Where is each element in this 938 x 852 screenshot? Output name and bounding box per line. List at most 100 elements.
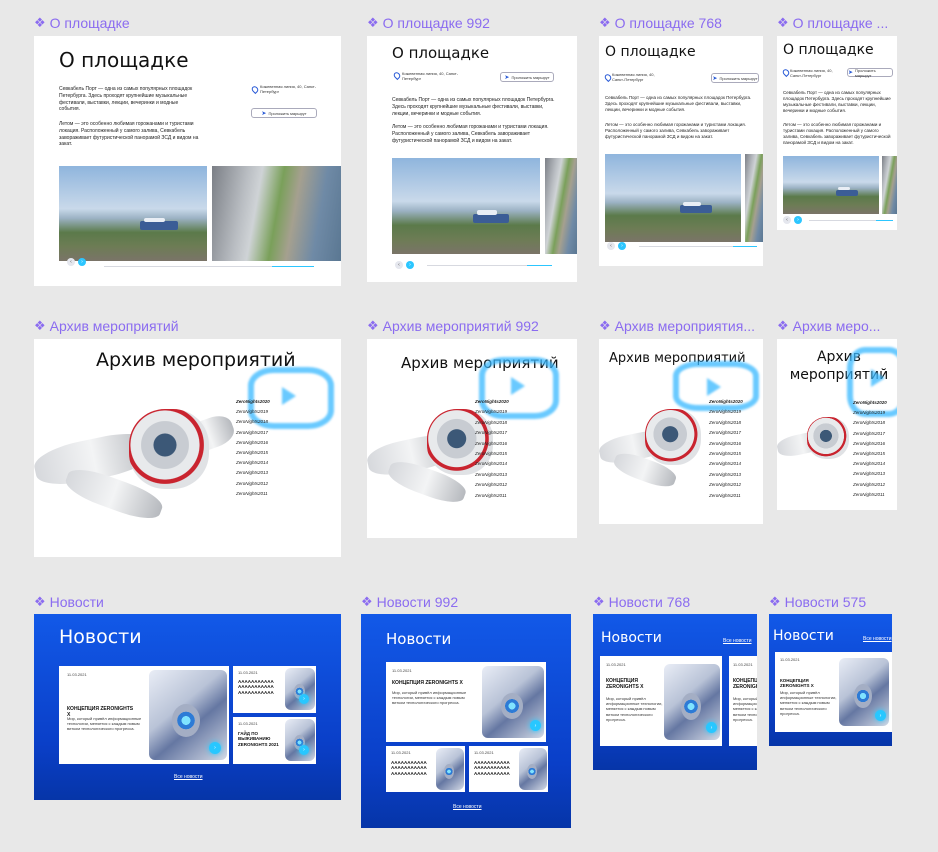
next-arrow-icon[interactable]: ›	[618, 242, 626, 250]
arrow-right-icon[interactable]: ›	[530, 720, 541, 731]
archive-card-768: Архив мероприятий ZeroNights2020 ZeroNig…	[599, 339, 763, 524]
news-side-card[interactable]: 11.03.2021 ААААААААААА ААААААААААА ААААА…	[386, 746, 465, 792]
archive-year-link[interactable]: ZeroNights2017	[709, 428, 743, 438]
route-button[interactable]: ➤ Проложить маршрут	[500, 72, 554, 82]
archive-year-link[interactable]: ZeroNights2015	[853, 449, 887, 459]
archive-year-link[interactable]: ZeroNights2017	[475, 428, 509, 438]
news-main-card[interactable]: 11.03.2021 КОНЦЕПЦИЯ ZERONIGHTS X Мир, к…	[386, 662, 546, 742]
archive-year-link[interactable]: ZeroNights2011	[709, 491, 743, 501]
archive-year-link[interactable]: ZeroNights2014	[709, 459, 743, 469]
archive-year-link[interactable]: ZeroNights2017	[236, 428, 270, 438]
about-para-1: Севкабель Порт — одна из самых популярны…	[605, 95, 752, 113]
prev-arrow-icon[interactable]: ‹	[67, 258, 75, 266]
all-news-link[interactable]: Все новости	[863, 636, 892, 642]
news-date: 11.03.2021	[606, 662, 626, 667]
address-text: Кожевенная линия, 40, Санкт-Петербург	[402, 71, 459, 82]
prev-arrow-icon[interactable]: ‹	[607, 242, 615, 250]
archive-year-link[interactable]: ZeroNights2019	[236, 407, 270, 417]
frame-label-text: Новости	[49, 594, 104, 610]
archive-year-link[interactable]: ZeroNights2015	[236, 448, 270, 458]
arrow-right-icon[interactable]: ›	[209, 742, 221, 754]
archive-year-link[interactable]: ZeroNights2018	[475, 418, 509, 428]
archive-year-link[interactable]: ZeroNights2014	[853, 459, 887, 469]
archive-year-link[interactable]: ZeroNights2019	[475, 407, 509, 417]
archive-year-link[interactable]: ZeroNights2019	[709, 407, 743, 417]
news-date: 11.03.2021	[733, 662, 753, 667]
archive-year-link[interactable]: ZeroNights2016	[709, 439, 743, 449]
news-side-card[interactable]: 11.03.2021 КОНЦЕПЦИЯ ZERONIGHTS X Мир, к…	[729, 656, 757, 746]
prev-arrow-icon[interactable]: ‹	[783, 216, 791, 224]
archive-year-link[interactable]: ZeroNights2015	[709, 449, 743, 459]
archive-year-link[interactable]: ZeroNights2016	[236, 438, 270, 448]
news-main-card[interactable]: 11.03.2021 КОНЦЕПЦИЯ ZERONIGHTS X Мир, к…	[775, 652, 892, 732]
next-arrow-icon[interactable]: ›	[78, 258, 86, 266]
news-main-card[interactable]: 11.03.2021 КОНЦЕПЦИЯ ZERONIGHTS X Мир, к…	[600, 656, 722, 746]
address-text: Кожевенная линия, 40, Санкт-Петербург	[790, 68, 833, 79]
arrow-right-icon[interactable]: ›	[299, 694, 309, 704]
frame-label-text: Архив мероприятий 992	[382, 318, 539, 334]
about-title: О площадке	[783, 42, 874, 58]
archive-year-link[interactable]: ZeroNights2016	[475, 439, 509, 449]
archive-year-link[interactable]: ZeroNights2018	[236, 417, 270, 427]
all-news-link[interactable]: Все новости	[453, 804, 482, 810]
archive-card-575: Архив мероприятий ZeroNights2020 ZeroNig…	[777, 339, 897, 510]
address-text: Кожевенная линия, 40, Санкт-Петербург	[260, 84, 317, 95]
archive-year-link[interactable]: ZeroNights2018	[709, 418, 743, 428]
news-side-card[interactable]: 11.03.2021 ГАЙД ПО ВЫЖИВАНИЮ ZERONIGHTS …	[233, 717, 316, 764]
archive-year-link[interactable]: ZeroNights2011	[236, 489, 270, 499]
frame-label-archive-768: ❖ Архив мероприятия...	[599, 318, 763, 334]
archive-year-link[interactable]: ZeroNights2018	[853, 418, 887, 428]
next-arrow-icon[interactable]: ›	[794, 216, 802, 224]
news-excerpt: Мир, который привёл информационные техно…	[67, 716, 142, 732]
all-news-link[interactable]: Все новости	[723, 638, 752, 644]
archive-year-link[interactable]: ZeroNights2011	[853, 490, 887, 500]
archive-year-link[interactable]: ZeroNights2013	[853, 469, 887, 479]
archive-year-link[interactable]: ZeroNights2012	[853, 480, 887, 490]
archive-year-link[interactable]: ZeroNights2020	[709, 397, 743, 407]
news-side-card[interactable]: 11.03.2021 ААААААААААА ААААААААААА ААААА…	[469, 746, 548, 792]
arrow-right-icon[interactable]: ›	[299, 745, 309, 755]
archive-year-link[interactable]: ZeroNights2014	[236, 458, 270, 468]
route-button[interactable]: ➤ Проложить маршрут	[847, 68, 893, 78]
route-button[interactable]: ➤ Проложить маршрут	[711, 73, 759, 83]
news-main-card[interactable]: 11.03.2021 КОНЦЕПЦИЯ ZERONIGHTS X Мир, к…	[59, 666, 229, 764]
arrow-right-icon[interactable]: ›	[875, 710, 886, 721]
news-side-card[interactable]: 11.03.2021 ААААААААААА ААААААААААА ААААА…	[233, 666, 316, 713]
archive-year-link[interactable]: ZeroNights2013	[236, 468, 270, 478]
frame-label-text: О площадке ...	[792, 15, 889, 31]
archive-year-link[interactable]: ZeroNights2014	[475, 459, 509, 469]
archive-year-link[interactable]: ZeroNights2015	[475, 449, 509, 459]
component-icon: ❖	[599, 15, 611, 30]
archive-year-link[interactable]: ZeroNights2020	[475, 397, 509, 407]
frame-label-about: ❖ О площадке	[34, 15, 154, 31]
venue-photo-2	[545, 158, 577, 254]
arrow-right-icon[interactable]: ›	[706, 722, 717, 733]
archive-year-link[interactable]: ZeroNights2020	[236, 397, 270, 407]
route-button[interactable]: ➤ Проложить маршрут	[251, 108, 317, 118]
all-news-link[interactable]: Все новости	[174, 774, 203, 780]
frame-label-text: О площадке	[49, 15, 130, 31]
archive-year-link[interactable]: ZeroNights2012	[709, 480, 743, 490]
frame-label-archive-575: ❖ Архив меро...	[777, 318, 897, 334]
news-excerpt: Мир, который привёл информационные техно…	[733, 696, 757, 722]
archive-year-link[interactable]: ZeroNights2012	[236, 479, 270, 489]
archive-year-link[interactable]: ZeroNights2016	[853, 439, 887, 449]
frame-label-text: Архив мероприятий	[49, 318, 179, 334]
archive-year-link[interactable]: ZeroNights2013	[709, 470, 743, 480]
news-title: Новости	[59, 626, 142, 648]
archive-year-link[interactable]: ZeroNights2020	[853, 398, 887, 408]
archive-year-link[interactable]: ZeroNights2011	[475, 491, 509, 501]
archive-years-list: ZeroNights2020 ZeroNights2019 ZeroNights…	[475, 397, 509, 501]
location-pin-icon	[250, 84, 260, 95]
venue-photo-1	[605, 154, 741, 242]
venue-photo-2	[745, 154, 763, 242]
archive-year-link[interactable]: ZeroNights2012	[475, 480, 509, 490]
prev-arrow-icon[interactable]: ‹	[395, 261, 403, 269]
archive-year-link[interactable]: ZeroNights2013	[475, 470, 509, 480]
archive-year-link[interactable]: ZeroNights2017	[853, 429, 887, 439]
about-card-992: О площадке Кожевенная линия, 40, Санкт-П…	[367, 36, 577, 282]
next-arrow-icon[interactable]: ›	[406, 261, 414, 269]
archive-year-link[interactable]: ZeroNights2019	[853, 408, 887, 418]
about-title: О площадке	[392, 44, 490, 62]
venue-photo-2	[882, 156, 897, 214]
